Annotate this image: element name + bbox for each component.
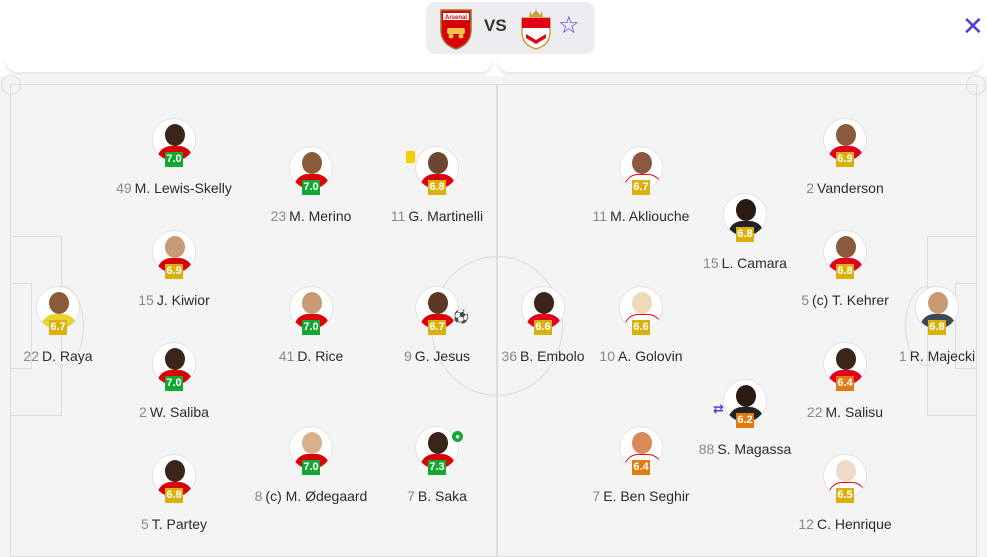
player-number: 8 <box>254 488 263 504</box>
player-number: 5 <box>801 292 810 308</box>
svg-text:Arsenal: Arsenal <box>445 15 467 21</box>
player-rating: 6.4 <box>632 460 650 475</box>
player-rating: 6.2 <box>736 413 754 428</box>
player-name-line: 2 W. Saliba <box>54 404 294 420</box>
player-name: E. Ben Seghir <box>603 488 690 504</box>
player-rating: 6.7 <box>632 180 650 195</box>
tab-panel-right-edge <box>498 56 982 72</box>
player-rating: 7.3 <box>428 460 446 475</box>
substitution-icon: ⇄ <box>713 401 724 416</box>
player-name: D. Raya <box>42 348 93 364</box>
player-name: A. Golovin <box>617 348 683 364</box>
player-number: 5 <box>140 516 149 532</box>
player-name: Vanderson <box>817 180 884 196</box>
player-rating: 6.8 <box>836 264 854 279</box>
player-rating: 7.0 <box>302 180 320 195</box>
player-name: M. Lewis-Skelly <box>134 180 232 196</box>
player-rating: 6.4 <box>836 376 854 391</box>
player-number: 12 <box>798 516 814 532</box>
player-rating: 6.8 <box>428 180 446 195</box>
player-rating: 7.0 <box>302 320 320 335</box>
player-name: B. Saka <box>417 488 467 504</box>
player-number: 1 <box>898 348 907 364</box>
match-header: Arsenal VS ☆ ✕ <box>0 0 987 60</box>
player-number: 2 <box>139 404 147 420</box>
player-name: G. Martinelli <box>408 208 484 224</box>
close-icon[interactable]: ✕ <box>962 12 987 40</box>
player-name: J. Kiwior <box>156 292 210 308</box>
player-rating: 7.0 <box>302 460 320 475</box>
player-rating: 6.8 <box>165 488 183 503</box>
player-rating: 6.5 <box>836 488 854 503</box>
player-name: T. Partey <box>151 516 208 532</box>
yellow-card-icon <box>406 151 415 163</box>
player-name: W. Saliba <box>149 404 209 420</box>
player-number: 11 <box>390 208 406 224</box>
player-number: 49 <box>116 180 132 196</box>
player-name: (c) T. Kehrer <box>812 292 889 308</box>
player-rating: 7.0 <box>165 152 183 167</box>
player-name-line: 5 T. Partey <box>54 516 294 532</box>
player-name-line: 15 J. Kiwior <box>54 292 294 308</box>
goal-icon: ● <box>452 431 463 442</box>
player-name: R. Majecki <box>909 348 976 364</box>
player-rating: 6.6 <box>632 320 650 335</box>
ball-icon: ⚽ <box>453 309 470 324</box>
player-rating: 6.8 <box>736 227 754 242</box>
player-rating: 6.6 <box>534 320 552 335</box>
player-rating: 6.8 <box>928 320 946 335</box>
player-number: 88 <box>698 441 715 457</box>
player-name-line: 49 M. Lewis-Skelly <box>54 180 294 196</box>
player-number: 15 <box>138 292 154 308</box>
player-number: 22 <box>23 348 39 364</box>
player-number: 2 <box>806 180 815 196</box>
player-name: S. Magassa <box>717 441 792 457</box>
player-name: M. Akliouche <box>610 208 690 224</box>
player-rating: 7.0 <box>165 376 183 391</box>
player-number: 36 <box>501 348 517 364</box>
player-name: L. Camara <box>721 255 787 271</box>
player-rating: 6.7 <box>428 320 446 335</box>
player-number: 15 <box>703 255 719 271</box>
player-rating: 6.7 <box>49 320 67 335</box>
player-number: 41 <box>278 348 295 364</box>
player-number: 23 <box>270 208 287 224</box>
corner-arc-tl <box>1 75 21 95</box>
player-name-line: 7 E. Ben Seghir <box>521 488 761 504</box>
player-rating: 6.9 <box>836 152 854 167</box>
match-selector[interactable]: Arsenal VS ☆ <box>426 2 595 54</box>
player-name-line: 2 Vanderson <box>725 180 965 196</box>
player-name: M. Salisu <box>825 404 884 420</box>
player-number: 10 <box>599 348 615 364</box>
player-name-line: 12 C. Henrique <box>725 516 965 532</box>
player-number: 7 <box>407 488 415 504</box>
player-number: 7 <box>592 488 601 504</box>
player-number: 22 <box>806 404 823 420</box>
arsenal-crest-icon: Arsenal <box>440 9 472 50</box>
player-name: C. Henrique <box>816 516 892 532</box>
player-number: 11 <box>592 208 608 224</box>
player-number: 9 <box>403 348 412 364</box>
player-rating: 6.9 <box>165 264 183 279</box>
player-name-line: 10 A. Golovin <box>521 348 761 364</box>
tab-panel-left-edge <box>6 56 492 72</box>
monaco-crest-icon <box>521 10 551 50</box>
corner-arc-tr <box>966 75 986 95</box>
favorite-star-icon[interactable]: ☆ <box>558 11 580 40</box>
vs-label: VS <box>484 16 507 35</box>
